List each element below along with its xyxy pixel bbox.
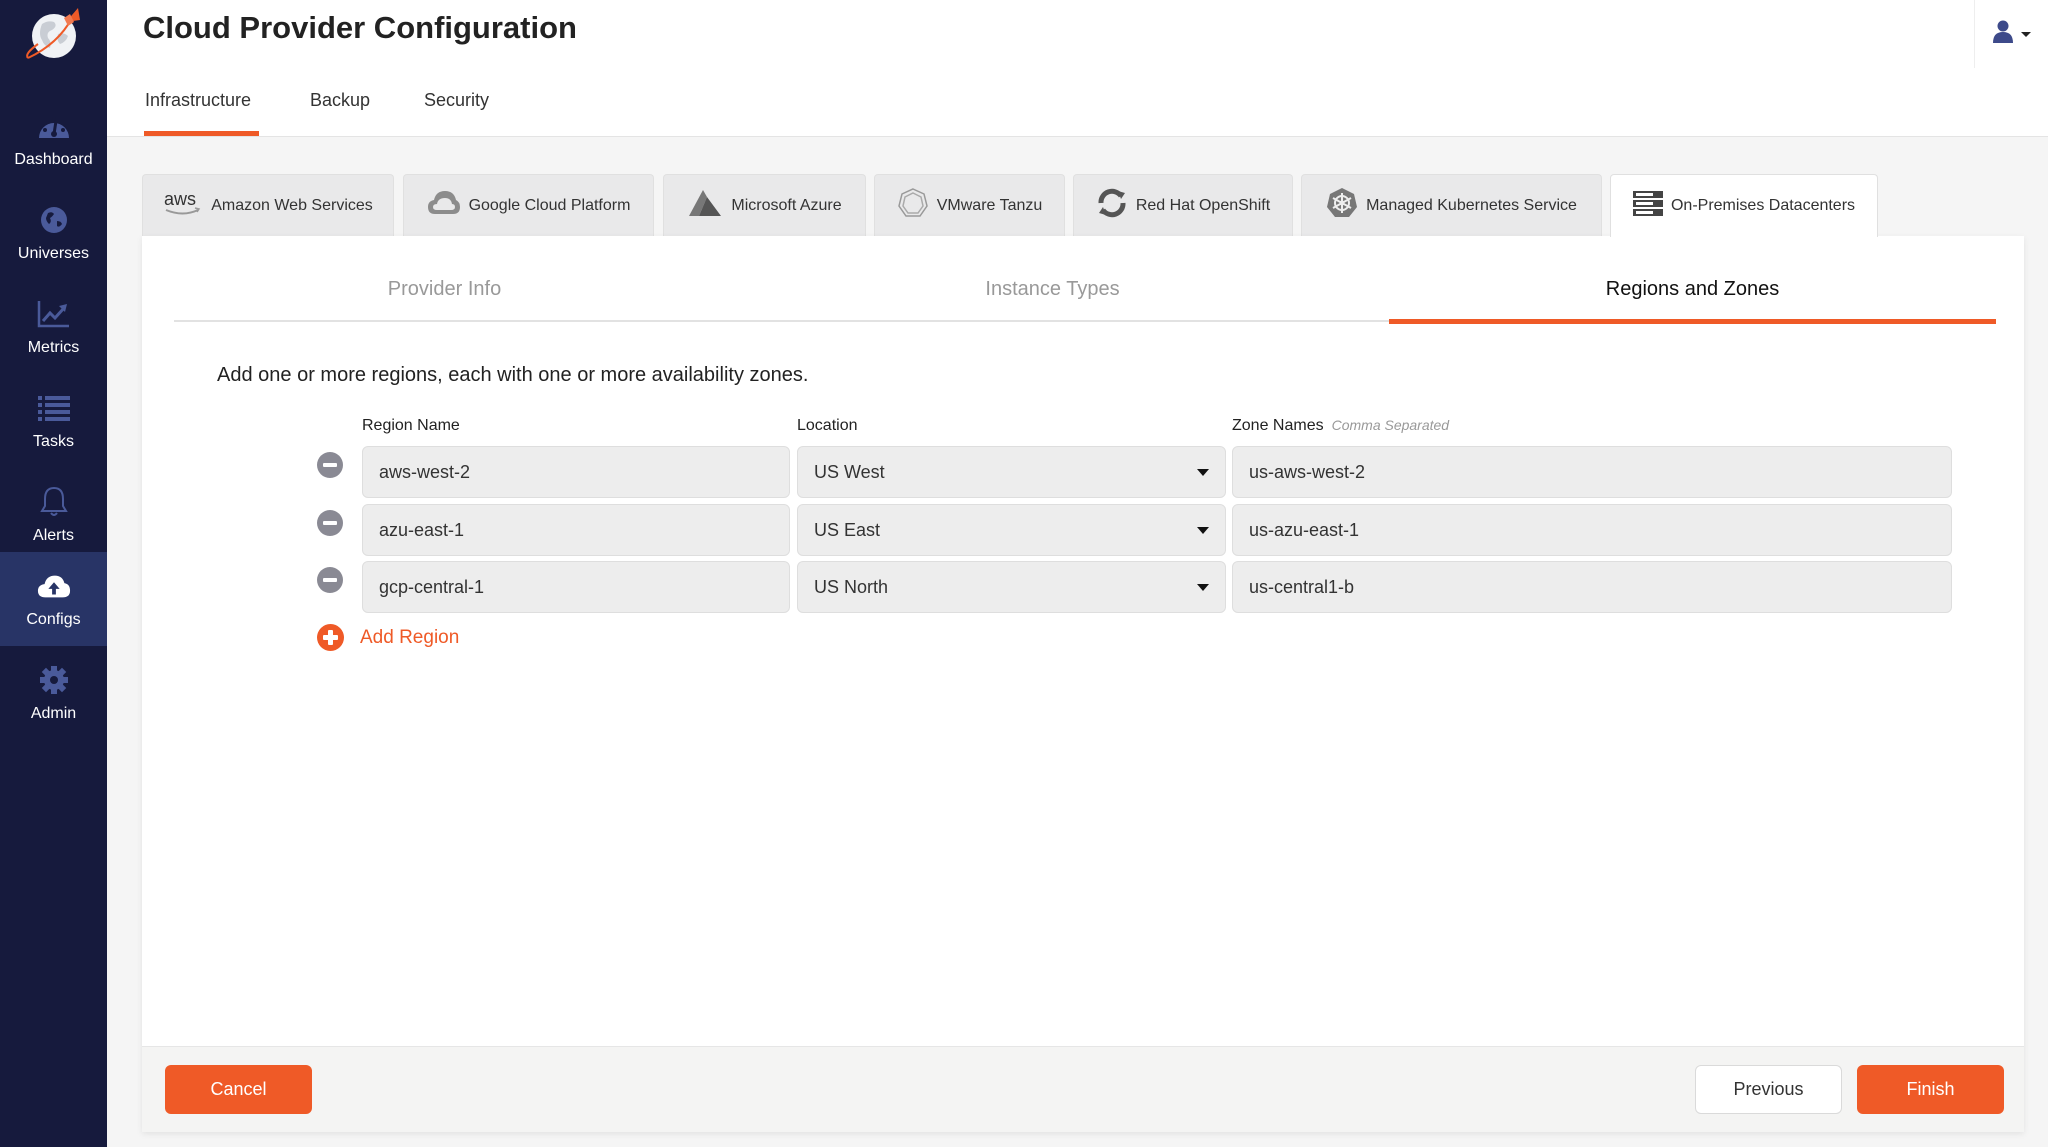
location-select[interactable]: US East — [797, 504, 1226, 556]
user-icon — [1992, 20, 2013, 49]
aws-logo-icon: aws — [163, 189, 203, 222]
globe-icon — [37, 203, 71, 237]
sidebar-item-label: Metrics — [27, 339, 80, 356]
chevron-down-icon — [2020, 31, 2031, 37]
location-select[interactable]: US North — [797, 561, 1226, 613]
tab-backup[interactable]: Backup — [310, 90, 370, 125]
zone-names-hint: Comma Separated — [1331, 417, 1450, 433]
add-region-button[interactable]: Add Region — [317, 624, 459, 651]
provider-tab-openshift[interactable]: Red Hat OpenShift — [1073, 174, 1293, 236]
provider-tab-label: VMware Tanzu — [936, 196, 1043, 214]
provider-tab-label: Microsoft Azure — [731, 196, 842, 214]
sidebar-item-configs[interactable]: Configs — [0, 552, 107, 646]
kubernetes-logo-icon — [1326, 187, 1358, 224]
remove-region-button[interactable] — [317, 510, 343, 536]
sidebar-item-label: Universes — [17, 245, 90, 262]
provider-tab-onprem[interactable]: On-Premises Datacenters — [1610, 174, 1878, 237]
zone-names-input[interactable]: us-central1-b — [1232, 561, 1952, 613]
step-instance-types[interactable]: Instance Types — [782, 278, 1323, 301]
gcp-logo-icon — [427, 188, 461, 223]
step-regions-and-zones[interactable]: Regions and Zones — [1389, 278, 1996, 301]
caret-down-icon — [1197, 468, 1209, 476]
dashboard-gauge-icon — [37, 109, 71, 143]
tanzu-logo-icon — [897, 187, 929, 224]
provider-tab-label: Amazon Web Services — [211, 196, 373, 214]
location-select[interactable]: US West — [797, 446, 1226, 498]
location-select-value: US West — [814, 461, 885, 482]
svg-text:aws: aws — [164, 189, 196, 209]
sidebar-item-dashboard[interactable]: Dashboard — [0, 92, 107, 186]
gear-icon — [37, 663, 71, 697]
provider-tab-aws[interactable]: aws Amazon Web Services — [142, 174, 394, 236]
page-header: Cloud Provider Configuration Infrastruct… — [107, 0, 2048, 137]
active-tab-indicator — [144, 131, 259, 136]
sidebar-item-tasks[interactable]: Tasks — [0, 374, 107, 468]
sidebar-item-universes[interactable]: Universes — [0, 186, 107, 280]
zone-names-label: Zone Names Comma Separated — [1232, 417, 1449, 435]
sidebar-item-label: Configs — [26, 611, 81, 628]
caret-down-icon — [1197, 583, 1209, 591]
location-select-value: US East — [814, 519, 881, 540]
cloud-upload-icon — [37, 569, 71, 603]
provider-tab-label: On-Premises Datacenters — [1670, 197, 1856, 214]
sidebar-item-alerts[interactable]: Alerts — [0, 468, 107, 562]
location-label: Location — [797, 417, 858, 434]
sidebar: Dashboard Universes Metrics Tasks Alerts… — [0, 0, 107, 1147]
bell-icon — [37, 485, 71, 519]
server-rack-icon — [1632, 190, 1663, 222]
user-menu[interactable] — [1974, 0, 2048, 68]
provider-tab-tanzu[interactable]: VMware Tanzu — [874, 174, 1065, 236]
app-logo[interactable] — [20, 4, 86, 66]
sidebar-item-label: Alerts — [33, 527, 74, 544]
remove-region-button[interactable] — [317, 452, 343, 478]
provider-tab-label: Google Cloud Platform — [468, 196, 631, 214]
remove-region-button[interactable] — [317, 567, 343, 593]
provider-tab-gcp[interactable]: Google Cloud Platform — [403, 174, 654, 236]
active-step-indicator — [1389, 319, 1996, 324]
plus-circle-icon — [317, 624, 344, 651]
list-icon — [37, 391, 71, 425]
page-title: Cloud Provider Configuration — [143, 10, 577, 45]
zone-names-label-text: Zone Names — [1232, 417, 1324, 434]
cancel-button[interactable]: Cancel — [165, 1065, 312, 1114]
sidebar-item-admin[interactable]: Admin — [0, 646, 107, 740]
region-name-label: Region Name — [362, 417, 460, 434]
sidebar-item-metrics[interactable]: Metrics — [0, 280, 107, 374]
provider-tab-kubernetes[interactable]: Managed Kubernetes Service — [1301, 174, 1602, 236]
instructions-text: Add one or more regions, each with one o… — [217, 364, 809, 386]
sidebar-item-label: Dashboard — [14, 151, 93, 168]
sidebar-item-label: Tasks — [33, 433, 74, 450]
tab-security[interactable]: Security — [424, 90, 489, 125]
step-provider-info[interactable]: Provider Info — [174, 278, 715, 301]
region-name-input[interactable]: azu-east-1 — [362, 504, 790, 556]
provider-tab-azure[interactable]: Microsoft Azure — [663, 174, 866, 236]
chart-line-icon — [37, 297, 71, 331]
sidebar-item-label: Admin — [30, 705, 77, 722]
provider-config-card: Provider Info Instance Types Regions and… — [142, 236, 2024, 1132]
provider-tab-label: Red Hat OpenShift — [1135, 196, 1271, 214]
finish-button[interactable]: Finish — [1857, 1065, 2004, 1114]
region-name-input[interactable]: aws-west-2 — [362, 446, 790, 498]
caret-down-icon — [1197, 526, 1209, 534]
previous-button[interactable]: Previous — [1695, 1065, 1842, 1114]
zone-names-input[interactable]: us-aws-west-2 — [1232, 446, 1952, 498]
azure-logo-icon — [687, 189, 723, 222]
card-footer: Cancel Previous Finish — [142, 1046, 2024, 1132]
location-select-value: US North — [814, 576, 889, 597]
tab-infrastructure[interactable]: Infrastructure — [145, 90, 251, 125]
provider-tab-label: Managed Kubernetes Service — [1366, 196, 1577, 214]
add-region-label: Add Region — [360, 626, 460, 648]
region-name-input[interactable]: gcp-central-1 — [362, 561, 790, 613]
zone-names-input[interactable]: us-azu-east-1 — [1232, 504, 1952, 556]
openshift-logo-icon — [1096, 187, 1128, 224]
